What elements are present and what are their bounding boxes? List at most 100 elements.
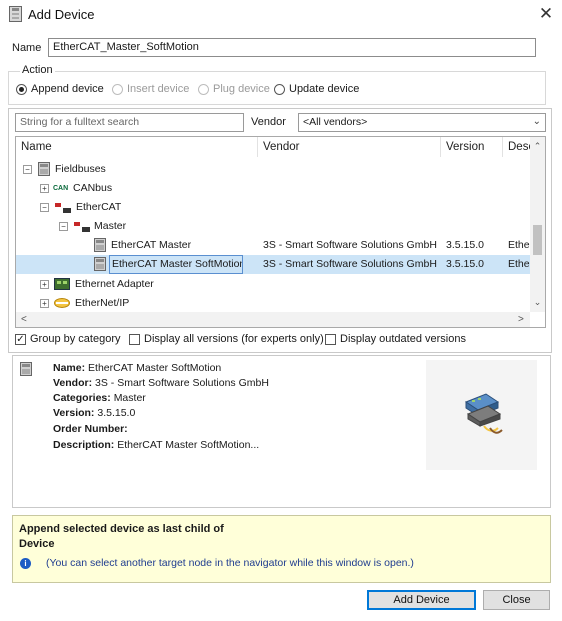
tree-row[interactable]: + CAN CANbus [16,179,532,198]
info-version-key: Version: [53,407,95,419]
tree-row[interactable]: − Master [16,217,532,236]
update-device-label: Update device [289,83,360,95]
expand-icon[interactable]: + [40,280,49,289]
ethercat-icon [73,221,91,233]
ethernet-ip-icon [54,298,70,308]
vendor-label: Vendor [251,116,286,128]
tree-row-version: 3.5.15.0 [446,239,484,251]
vendor-select[interactable]: <All vendors> ⌄ [298,113,546,132]
horizontal-scrollbar[interactable]: < > [16,312,530,327]
window-title: Add Device [28,7,95,22]
action-legend: Action [20,64,55,76]
network-device-icon [464,393,503,434]
scroll-right-icon[interactable]: > [518,312,524,327]
radio-icon [198,83,209,95]
info-order-number-key: Order Number: [53,423,128,435]
tree-row-selected[interactable]: EtherCAT Master SoftMotion 3S - Smart So… [16,255,532,274]
plug-device-radio: Plug device [198,83,270,95]
column-header-description[interactable]: Desc [503,137,533,157]
scroll-down-icon[interactable]: ⌄ [530,297,545,308]
info-name-value: EtherCAT Master SoftMotion [88,362,222,374]
canbus-icon: CAN [53,185,69,192]
tree-row-name: CANbus [73,182,113,194]
tree-row[interactable]: − EtherCAT [16,198,532,217]
ethercat-icon [54,202,72,214]
info-vendor: Vendor: 3S - Smart Software Solutions Gm… [53,377,269,389]
device-icon [94,257,106,271]
collapse-icon[interactable]: − [59,222,68,231]
info-name: Name: EtherCAT Master SoftMotion [53,362,221,374]
insert-device-radio: Insert device [112,83,189,95]
scroll-left-icon[interactable]: < [21,312,27,327]
info-description: Description: EtherCAT Master SoftMotion.… [53,439,259,451]
info-vendor-key: Vendor: [53,377,93,389]
tree-row-version: 3.5.15.0 [446,258,484,270]
info-vendor-value: 3S - Smart Software Solutions GmbH [95,377,269,389]
title-bar: Add Device ✕ [0,0,562,30]
tree-row[interactable]: + Ethernet Adapter [16,275,532,294]
display-all-versions-checkbox[interactable]: Display all versions (for experts only) [129,333,324,345]
action-group: Action Append device Insert device Plug … [8,64,552,105]
tree-row-name: Fieldbuses [55,163,106,175]
scroll-thumb[interactable] [533,225,542,255]
info-categories-value: Master [113,392,146,404]
column-header-vendor[interactable]: Vendor [258,137,441,157]
tree-row[interactable]: EtherCAT Master 3S - Smart Software Solu… [16,236,532,255]
tree-row[interactable]: − Fieldbuses [16,160,532,179]
vendor-select-value: <All vendors> [303,116,368,128]
tree-row-name: EtherCAT Master SoftMotion [109,255,243,274]
expand-icon[interactable]: + [40,299,49,308]
ethernet-adapter-icon [54,278,70,290]
info-categories-key: Categories: [53,392,111,404]
checkbox-icon [325,333,336,345]
group-by-category-label: Group by category [30,333,121,345]
collapse-icon[interactable]: − [40,203,49,212]
tree-row-vendor: 3S - Smart Software Solutions GmbH [263,258,437,270]
info-description-value: EtherCAT Master SoftMotion... [117,439,260,451]
info-name-key: Name: [53,362,86,374]
tree-row-description: Ether [508,239,532,251]
tree-row[interactable]: + EtherNet/IP [16,294,532,313]
vertical-scrollbar[interactable]: ⌃ ⌄ [530,137,545,312]
display-all-versions-label: Display all versions (for experts only) [144,333,324,345]
radio-icon [274,83,285,95]
update-device-radio[interactable]: Update device [274,83,359,95]
info-version: Version: 3.5.15.0 [53,407,135,419]
expand-icon[interactable]: + [40,184,49,193]
checkbox-checked-icon: ✓ [15,333,26,345]
tree-row-description: Ether [508,258,532,270]
info-categories: Categories: Master [53,392,146,404]
column-header-version[interactable]: Version [441,137,503,157]
device-icon [94,238,106,252]
info-order-number: Order Number: [53,423,128,435]
append-device-radio[interactable]: Append device [16,83,104,95]
scroll-up-icon[interactable]: ⌃ [530,141,545,152]
display-outdated-label: Display outdated versions [340,333,466,345]
tree-row-name: EtherCAT Master [111,239,192,251]
radio-icon [112,83,123,95]
device-icon [9,6,22,22]
tree-row-name: Master [94,220,127,232]
hint-note: (You can select another target node in t… [46,557,414,569]
device-icon [20,362,32,376]
append-device-label: Append device [31,83,104,95]
group-by-category-checkbox[interactable]: ✓ Group by category [15,333,121,345]
search-input[interactable]: String for a fulltext search [15,113,244,132]
name-input[interactable]: EtherCAT_Master_SoftMotion [48,38,536,57]
tree-row-name: Ethernet Adapter [75,278,154,290]
chevron-down-icon: ⌄ [532,116,541,127]
tree-row-name: EtherCAT [76,201,122,213]
add-device-button[interactable]: Add Device [367,590,476,610]
device-tree[interactable]: Name Vendor Version Desc − Fieldbuses + … [15,136,546,328]
collapse-icon[interactable]: − [23,165,32,174]
checkbox-icon [129,333,140,345]
device-image [426,360,537,470]
info-version-value: 3.5.15.0 [97,407,136,419]
column-header-name[interactable]: Name [16,137,258,157]
plug-device-label: Plug device [213,83,270,95]
info-icon: i [20,558,31,569]
name-label: Name [12,42,42,54]
close-icon[interactable]: ✕ [536,4,556,24]
display-outdated-checkbox[interactable]: Display outdated versions [325,333,466,345]
close-button[interactable]: Close [483,590,550,610]
